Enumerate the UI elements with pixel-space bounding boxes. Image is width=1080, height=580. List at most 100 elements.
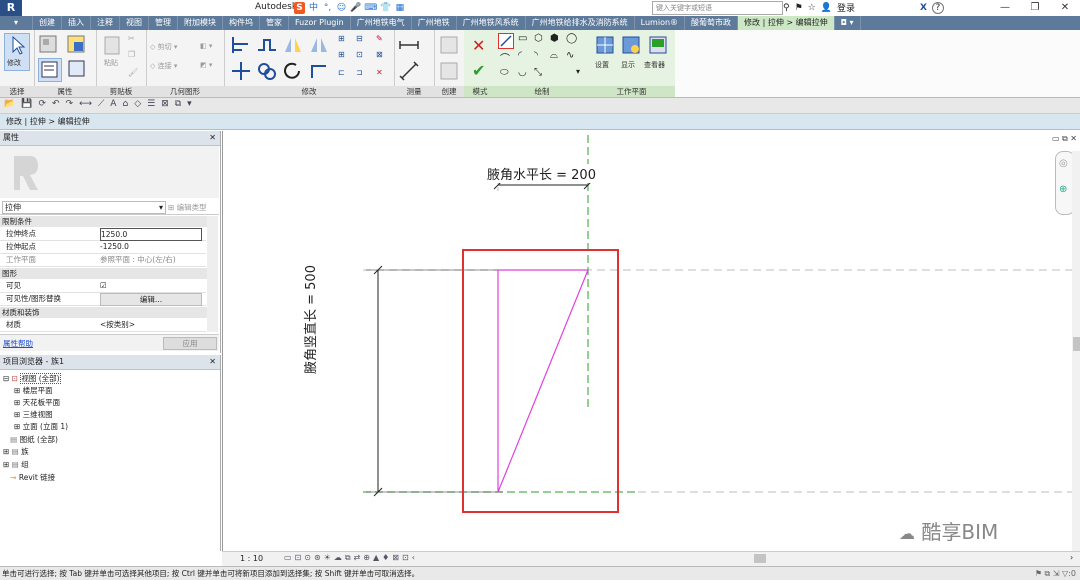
- tab-guanjia[interactable]: 管家: [260, 16, 290, 30]
- move-icon[interactable]: [230, 60, 252, 82]
- tree-item-floor-plans[interactable]: ⊞ 楼层平面: [14, 385, 53, 396]
- app-menu-button[interactable]: ▾: [0, 16, 34, 30]
- tree-item-ceiling-plans[interactable]: ⊞ 天花板平面: [14, 397, 60, 408]
- ellipse-tool-icon[interactable]: ⬭: [500, 67, 514, 81]
- material-value[interactable]: <按类别>: [100, 319, 200, 330]
- switch-windows-icon[interactable]: ⧉: [175, 99, 181, 109]
- split-element-icon[interactable]: ⊞: [338, 34, 352, 48]
- line-tool-icon[interactable]: [498, 33, 514, 49]
- cancel-edit-mode-icon[interactable]: ✕: [472, 36, 485, 55]
- vertical-scrollbar[interactable]: [1072, 151, 1080, 551]
- tab-annotate[interactable]: 注释: [91, 16, 121, 30]
- measure-distance-icon[interactable]: [398, 34, 420, 56]
- tab-lumion[interactable]: Lumion®: [635, 16, 686, 30]
- tab-gz-metro[interactable]: 广州地铁: [412, 16, 457, 30]
- tab-manage[interactable]: 管理: [149, 16, 179, 30]
- copy-icon[interactable]: ❐: [128, 50, 142, 64]
- tree-item-groups[interactable]: ⊞ ▤ 组: [3, 459, 29, 470]
- search-input[interactable]: 键入关键字或短语: [652, 1, 783, 15]
- thin-lines-icon[interactable]: ☰: [147, 99, 155, 109]
- redo-icon[interactable]: ↷: [66, 99, 74, 109]
- restore-icon[interactable]: ❐: [1020, 0, 1050, 16]
- tab-component-dock[interactable]: 构件坞: [223, 16, 261, 30]
- apply-button[interactable]: 应用: [163, 337, 217, 350]
- login-button[interactable]: 登录: [837, 1, 855, 14]
- ime-punctuation-icon[interactable]: °,: [322, 2, 333, 14]
- pin-icon[interactable]: ✎: [376, 34, 390, 48]
- tab-fuzor[interactable]: Fuzor Plugin: [289, 16, 351, 30]
- join-geometry-button[interactable]: ◇ 连接 ▾: [150, 61, 177, 71]
- trim-multiple-icon[interactable]: ⊏: [338, 68, 352, 82]
- tree-item-families[interactable]: ⊞ ▤ 族: [3, 446, 29, 457]
- fillet-arc-icon[interactable]: ⌓: [550, 50, 564, 64]
- extrusion-start-input[interactable]: -1250.0: [100, 241, 200, 252]
- extrusion-end-input[interactable]: 1250.0: [100, 228, 202, 241]
- edit-type-button[interactable]: ⊞ 编辑类型: [168, 202, 207, 213]
- offset-icon[interactable]: [256, 34, 278, 56]
- binoculars-icon[interactable]: ⚲: [783, 3, 790, 13]
- favorites-star-icon[interactable]: ☆: [808, 3, 816, 13]
- arc-center-icon[interactable]: ◜: [518, 50, 532, 64]
- align-icon[interactable]: [230, 34, 252, 56]
- pick-lines-icon[interactable]: ⤡: [534, 67, 548, 81]
- workplane-viewer-icon[interactable]: [647, 34, 669, 56]
- qat-customize-icon[interactable]: ▾: [187, 99, 192, 109]
- visible-checkbox[interactable]: ☑: [100, 280, 200, 291]
- array-icon[interactable]: ⊞: [338, 50, 352, 64]
- extrusion-sketch-profile[interactable]: [497, 269, 589, 493]
- category-constraints[interactable]: 限制条件: [0, 216, 208, 227]
- visibility-edit-button[interactable]: 编辑...: [100, 293, 202, 306]
- rectangle-tool-icon[interactable]: ▭: [518, 33, 532, 47]
- properties-icon[interactable]: [38, 58, 62, 82]
- copy-elements-icon[interactable]: [256, 60, 278, 82]
- polygon-circumscribed-icon[interactable]: ⬢: [550, 33, 564, 47]
- browser-close-icon[interactable]: ✕: [209, 355, 216, 369]
- set-workplane-icon[interactable]: [594, 34, 616, 56]
- properties-scrollbar[interactable]: [207, 216, 218, 332]
- dimension-text-vertical[interactable]: 腋角竖直长 = 500: [300, 265, 319, 374]
- ime-voice-icon[interactable]: 🎤: [350, 2, 361, 14]
- revit-logo-icon[interactable]: R: [0, 0, 22, 16]
- dimension-qat-icon[interactable]: ⟋: [98, 99, 104, 109]
- partial-ellipse-icon[interactable]: ◡: [518, 67, 532, 81]
- properties-close-icon[interactable]: ✕: [209, 131, 216, 145]
- tab-create[interactable]: 创建: [33, 16, 63, 30]
- dimension-text-horizontal[interactable]: 腋角水平长 = 200: [487, 164, 596, 183]
- ime-skin-icon[interactable]: 👕: [380, 2, 391, 14]
- status-icons[interactable]: ⚑ ⧉ ⇲ ▽:0: [1035, 567, 1076, 580]
- panel-select-label[interactable]: 选择: [0, 86, 34, 97]
- circle-tool-icon[interactable]: ◯: [566, 33, 580, 47]
- sync-icon[interactable]: ⟳: [38, 99, 46, 109]
- geometry-tool-icon[interactable]: ◧ ▾: [200, 42, 212, 50]
- trim-extend-icon[interactable]: [308, 60, 330, 82]
- polygon-inscribed-icon[interactable]: ⬡: [534, 33, 548, 47]
- tab-view[interactable]: 视图: [120, 16, 150, 30]
- tab-gz-water[interactable]: 广州地铁给排水及消防系统: [526, 16, 635, 30]
- category-materials[interactable]: 材质和装饰: [0, 307, 208, 318]
- ime-toolbox-icon[interactable]: ▦: [394, 2, 405, 14]
- user-icon[interactable]: 👤: [821, 3, 832, 13]
- tree-item-sheets[interactable]: ▤ 图纸 (全部): [3, 434, 58, 445]
- tree-item-views[interactable]: ⊟ ⊡ 视图 (全部): [3, 373, 61, 384]
- tab-insert[interactable]: 插入: [62, 16, 92, 30]
- modify-button[interactable]: 修改: [4, 33, 30, 71]
- zoom-region-icon[interactable]: ⊕: [1059, 184, 1067, 195]
- paste-icon[interactable]: [102, 34, 124, 56]
- mirror-axis-icon[interactable]: [282, 34, 304, 56]
- subscription-icon[interactable]: ⚑: [795, 3, 803, 13]
- view-scale[interactable]: 1 : 10: [240, 554, 263, 563]
- tab-gz-electric[interactable]: 广州地铁电气: [351, 16, 412, 30]
- mirror-draw-icon[interactable]: [308, 34, 330, 56]
- undo-icon[interactable]: ↶: [52, 99, 60, 109]
- finish-edit-mode-icon[interactable]: ✔: [472, 61, 485, 80]
- close-hidden-icon[interactable]: ⊠: [161, 99, 169, 109]
- tab-overflow-button[interactable]: ◘ ▾: [835, 16, 861, 30]
- show-workplane-icon[interactable]: [620, 34, 642, 56]
- scroll-right-icon[interactable]: ›: [1070, 553, 1073, 562]
- ime-emoji-icon[interactable]: ☺: [336, 2, 347, 14]
- tag-qat-icon[interactable]: A: [110, 99, 116, 109]
- delete-icon[interactable]: ✕: [376, 68, 390, 82]
- view-control-icons[interactable]: ▭⊡⊙⊛☀☁⧉⇄⊕▲♦⊠⊡‹: [284, 553, 418, 563]
- 3d-view-icon[interactable]: ⌂: [122, 99, 128, 109]
- steering-wheel-icon[interactable]: ◎: [1059, 158, 1068, 169]
